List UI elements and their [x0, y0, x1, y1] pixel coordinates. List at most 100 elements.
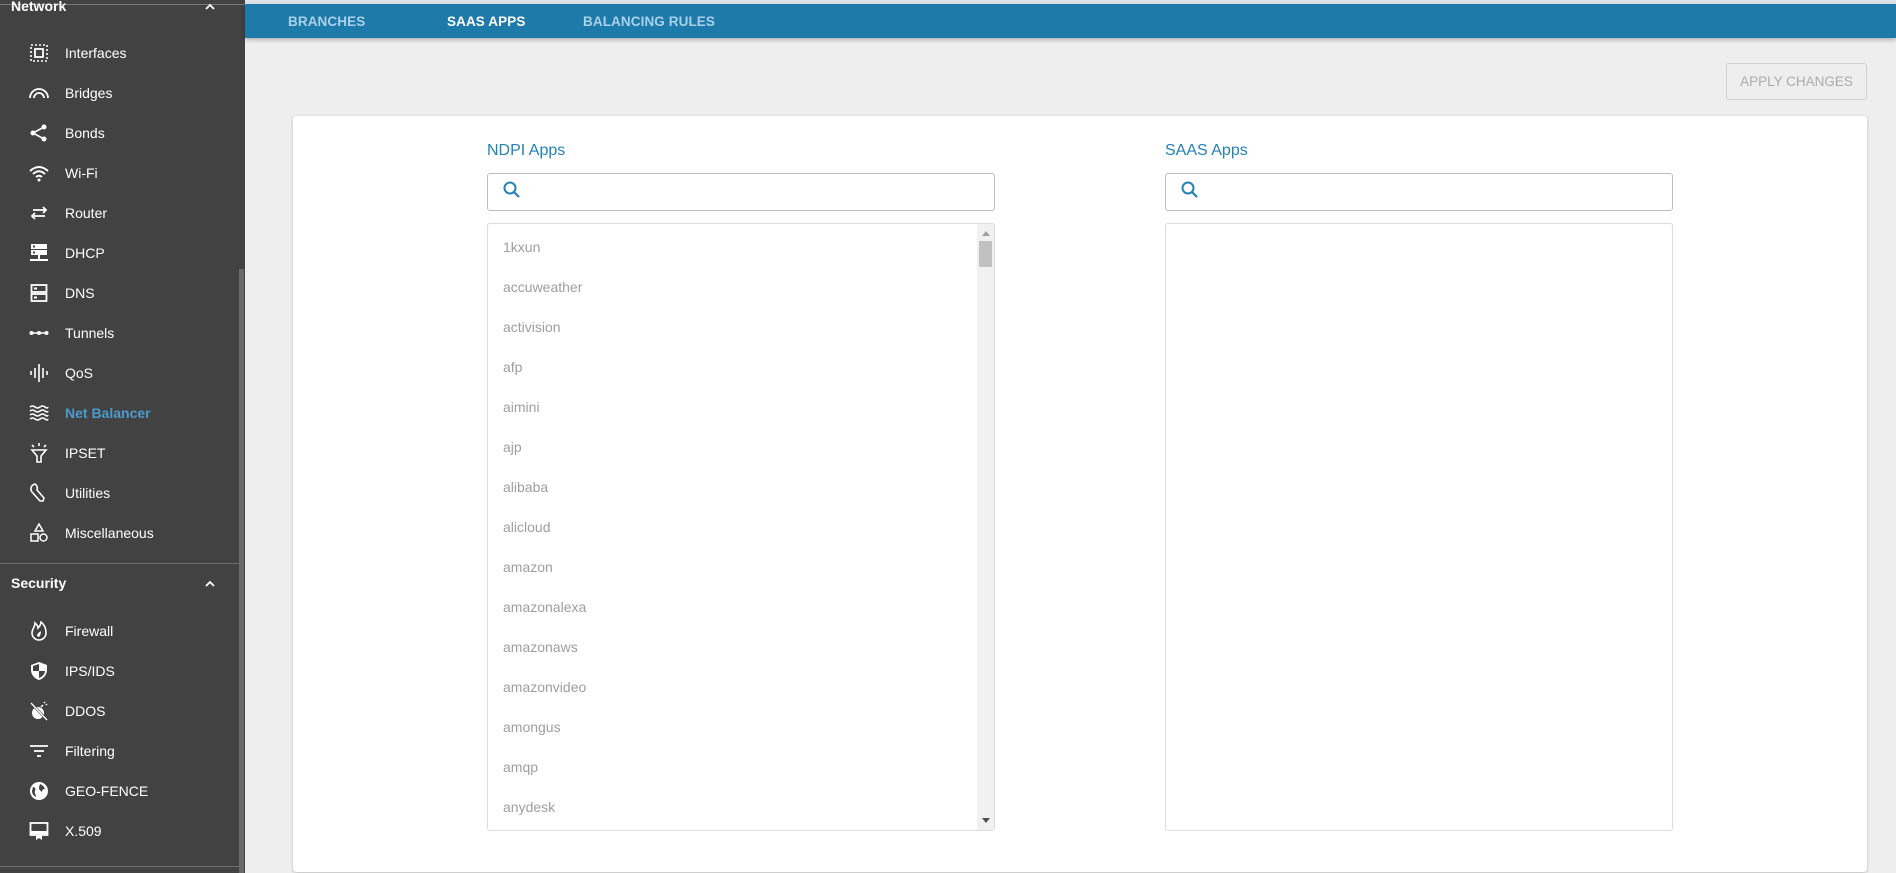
- sidebar-scrollbar[interactable]: [239, 269, 244, 873]
- list-item[interactable]: amazon: [503, 547, 553, 587]
- sidebar-item-label: IPS/IDS: [65, 663, 115, 679]
- tab-saas-apps[interactable]: SAAS APPS: [447, 4, 525, 38]
- chevron-up-icon[interactable]: [204, 577, 216, 589]
- list-item[interactable]: 1kxun: [503, 227, 540, 267]
- sidebar-item-ips-ids[interactable]: IPS/IDS: [0, 653, 240, 689]
- certificate-icon: [28, 820, 50, 842]
- tunnel-dots-icon: [28, 322, 50, 344]
- sidebar-divider: [0, 563, 240, 564]
- ndpi-search-field[interactable]: [487, 173, 995, 211]
- sidebar-item-qos[interactable]: QoS: [0, 355, 240, 391]
- list-item[interactable]: alicloud: [503, 507, 550, 547]
- scrollbar-thumb[interactable]: [979, 241, 992, 267]
- sidebar-group-network[interactable]: Network: [0, 0, 240, 21]
- sidebar-item-label: Wi-Fi: [65, 165, 98, 181]
- sidebar-item-label: Firewall: [65, 623, 114, 639]
- search-icon: [502, 180, 522, 205]
- sidebar-group-label: Network: [11, 0, 67, 14]
- sidebar-item-label: DDOS: [65, 703, 106, 719]
- filter-icon: [28, 740, 50, 762]
- sidebar-item-label: Interfaces: [65, 45, 127, 61]
- sidebar-item-label: Filtering: [65, 743, 115, 759]
- tab-branches[interactable]: BRANCHES: [288, 4, 365, 38]
- ndpi-apps-list[interactable]: 1kxun accuweather activision afp aimini ajp al…: [487, 223, 995, 831]
- sidebar-item-label: Router: [65, 205, 108, 221]
- chevron-up-icon[interactable]: [204, 0, 216, 12]
- list-item[interactable]: ajp: [503, 427, 522, 467]
- wrench-icon: [28, 482, 50, 504]
- list-item[interactable]: afp: [503, 347, 522, 387]
- sidebar: Network Interfaces Bridges Bonds Wi-Fi R…: [0, 0, 245, 873]
- app-root: Network Interfaces Bridges Bonds Wi-Fi R…: [0, 0, 1896, 873]
- dhcp-server-icon: [28, 242, 50, 264]
- sidebar-item-label: Tunnels: [65, 325, 115, 341]
- sidebar-item-router[interactable]: Router: [0, 195, 240, 231]
- search-icon: [1180, 180, 1200, 205]
- sidebar-item-dns[interactable]: DNS: [0, 275, 240, 311]
- sidebar-bottom-divider: [0, 866, 240, 867]
- sidebar-item-label: X.509: [65, 823, 102, 839]
- sidebar-item-label: GEO-FENCE: [65, 783, 149, 799]
- list-item[interactable]: activision: [503, 307, 561, 347]
- funnel-light-icon: [28, 442, 50, 464]
- waveform-icon: [28, 362, 50, 384]
- sidebar-item-label: Utilities: [65, 485, 111, 501]
- sidebar-item-dhcp[interactable]: DHCP: [0, 235, 240, 271]
- sidebar-item-firewall[interactable]: Firewall: [0, 613, 240, 649]
- sidebar-group-security[interactable]: Security: [0, 568, 240, 598]
- list-item[interactable]: alibaba: [503, 467, 548, 507]
- sidebar-item-label: QoS: [65, 365, 94, 381]
- saas-search-input[interactable]: [1210, 175, 1672, 209]
- sidebar-item-x509[interactable]: X.509: [0, 813, 240, 849]
- sidebar-item-tunnels[interactable]: Tunnels: [0, 315, 240, 351]
- sidebar-group-label: Security: [11, 575, 67, 591]
- sidebar-item-label: IPSET: [65, 445, 106, 461]
- list-item[interactable]: amazonaws: [503, 627, 578, 667]
- sidebar-item-label: DHCP: [65, 245, 105, 261]
- list-item[interactable]: amqp: [503, 747, 538, 787]
- sidebar-item-bonds[interactable]: Bonds: [0, 115, 240, 151]
- scroll-down-arrow-icon[interactable]: [982, 818, 990, 823]
- apply-changes-button[interactable]: APPLY CHANGES: [1726, 63, 1867, 100]
- sidebar-item-label: DNS: [65, 285, 95, 301]
- list-item[interactable]: aimini: [503, 387, 540, 427]
- waves-icon: [28, 402, 50, 424]
- saas-apps-title: SAAS Apps: [1165, 142, 1248, 159]
- list-item[interactable]: accuweather: [503, 267, 582, 307]
- sidebar-item-wifi[interactable]: Wi-Fi: [0, 155, 240, 191]
- tab-bar: BRANCHES SAAS APPS BALANCING RULES: [245, 4, 1896, 38]
- bomb-off-icon: [28, 700, 50, 722]
- swap-arrows-icon: [28, 202, 50, 224]
- sidebar-item-geo-fence[interactable]: GEO-FENCE: [0, 773, 240, 809]
- fire-icon: [28, 620, 50, 642]
- sidebar-item-label: Net Balancer: [65, 405, 151, 421]
- ndpi-apps-title: NDPI Apps: [487, 142, 566, 159]
- sidebar-item-label: Miscellaneous: [65, 525, 154, 541]
- sidebar-item-label: Bonds: [65, 125, 105, 141]
- list-item[interactable]: amongus: [503, 707, 561, 747]
- ndpi-list-scrollbar[interactable]: [977, 224, 994, 830]
- scroll-up-arrow-icon[interactable]: [982, 231, 990, 236]
- list-item[interactable]: amazonalexa: [503, 587, 586, 627]
- interfaces-icon: [28, 42, 50, 64]
- bridges-icon: [28, 82, 50, 104]
- sidebar-item-miscellaneous[interactable]: Miscellaneous: [0, 515, 240, 551]
- share-icon: [28, 122, 50, 144]
- saas-apps-list[interactable]: [1165, 223, 1673, 831]
- list-item[interactable]: anydesk: [503, 787, 555, 827]
- ndpi-search-input[interactable]: [532, 175, 994, 209]
- sidebar-item-ipset[interactable]: IPSET: [0, 435, 240, 471]
- saas-search-field[interactable]: [1165, 173, 1673, 211]
- sidebar-item-utilities[interactable]: Utilities: [0, 475, 240, 511]
- sidebar-item-ddos[interactable]: DDOS: [0, 693, 240, 729]
- sidebar-item-interfaces[interactable]: Interfaces: [0, 35, 240, 71]
- list-item[interactable]: amazonvideo: [503, 667, 586, 707]
- tab-balancing-rules[interactable]: BALANCING RULES: [583, 4, 715, 38]
- dns-server-icon: [28, 282, 50, 304]
- sidebar-item-net-balancer[interactable]: Net Balancer: [0, 395, 240, 431]
- saas-apps-card: NDPI Apps 1kxun accuweather activision afp a…: [293, 116, 1867, 872]
- sidebar-item-label: Bridges: [65, 85, 113, 101]
- sidebar-item-filtering[interactable]: Filtering: [0, 733, 240, 769]
- shield-icon: [28, 660, 50, 682]
- sidebar-item-bridges[interactable]: Bridges: [0, 75, 240, 111]
